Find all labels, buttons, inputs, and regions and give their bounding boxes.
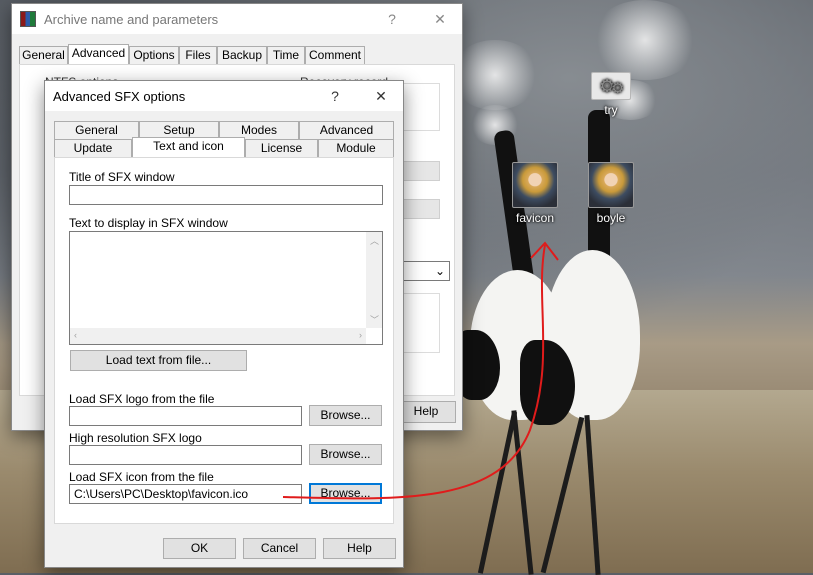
archive-tab-time[interactable]: Time [267,46,305,64]
desktop-icon-favicon[interactable]: favicon [500,162,570,225]
archive-field-strip-2 [400,199,440,219]
sfx-cancel-button[interactable]: Cancel [243,538,316,559]
sfx-close-button[interactable]: ✕ [359,81,403,111]
archive-dialog-titlebar: Archive name and parameters ? ✕ [12,4,462,34]
archive-tab-options[interactable]: Options [129,46,179,64]
sfx-tab-panel: Title of SFX window Text to display in S… [54,157,394,524]
sfx-icon-browse-button[interactable]: Browse... [309,483,382,504]
sfx-text-area[interactable]: ︿ ﹀ ‹ › [69,231,383,345]
sfx-logo-browse-button[interactable]: Browse... [309,405,382,426]
sfx-text-vertical-scrollbar[interactable]: ︿ ﹀ [366,232,382,328]
sfx-tab-advanced[interactable]: Advanced [299,121,394,139]
sfx-text-label: Text to display in SFX window [69,216,228,230]
sfx-tab-update[interactable]: Update [54,139,132,157]
sfx-hires-logo-input[interactable] [69,445,302,465]
archive-help-bottom-button[interactable]: Help [396,401,456,423]
sfx-hires-browse-button[interactable]: Browse... [309,444,382,465]
sfx-title-input[interactable] [69,185,383,205]
sfx-dialog-title: Advanced SFX options [53,88,186,104]
desktop-icon-try[interactable]: try [576,72,646,117]
archive-dialog-title: Archive name and parameters [44,11,219,27]
sfx-hires-logo-label: High resolution SFX logo [69,431,202,445]
gears-icon [591,72,631,100]
archive-tab-comment[interactable]: Comment [305,46,365,64]
sfx-help-bottom-button[interactable]: Help [323,538,396,559]
archive-tab-general[interactable]: General [19,46,68,64]
portrait-icon [588,162,634,208]
desktop-icon-label: try [604,103,618,117]
sfx-tab-module[interactable]: Module [318,139,394,157]
scroll-right-icon[interactable]: › [359,330,362,340]
sfx-help-button[interactable]: ? [313,81,357,111]
load-text-from-file-button[interactable]: Load text from file... [70,350,247,371]
archive-tab-files[interactable]: Files [179,46,217,64]
portrait-icon [512,162,558,208]
scroll-up-icon[interactable]: ︿ [370,234,379,247]
sfx-dialog-titlebar: Advanced SFX options ? ✕ [45,81,403,111]
sfx-dialog: Advanced SFX options ? ✕ General Setup M… [44,80,404,568]
sfx-tab-general[interactable]: General [54,121,139,139]
archive-tab-advanced[interactable]: Advanced [68,44,129,64]
archive-field-strip-1 [400,161,440,181]
scroll-left-icon[interactable]: ‹ [74,330,77,340]
sfx-title-label: Title of SFX window [69,170,175,184]
archive-dropdown[interactable]: ⌄ [400,261,450,281]
desktop-icon-label: favicon [515,211,555,225]
sfx-text-horizontal-scrollbar[interactable]: ‹ › [70,328,366,344]
sfx-tab-text-and-icon[interactable]: Text and icon [132,137,245,157]
chevron-down-icon: ⌄ [434,264,445,278]
sfx-ok-button[interactable]: OK [163,538,236,559]
winrar-icon [20,11,36,27]
sfx-tab-license[interactable]: License [245,139,318,157]
archive-group-lower [400,293,440,353]
archive-tab-backup[interactable]: Backup [217,46,267,64]
desktop-icon-label: boyle [596,211,626,225]
sfx-logo-label: Load SFX logo from the file [69,392,215,406]
scroll-down-icon[interactable]: ﹀ [370,313,379,326]
sfx-logo-input[interactable] [69,406,302,426]
sfx-icon-input[interactable]: C:\Users\PC\Desktop\favicon.ico [69,484,302,504]
sfx-icon-label: Load SFX icon from the file [69,470,214,484]
archive-help-button[interactable]: ? [370,4,414,34]
archive-close-button[interactable]: ✕ [418,4,462,34]
desktop-icon-boyle[interactable]: boyle [576,162,646,225]
